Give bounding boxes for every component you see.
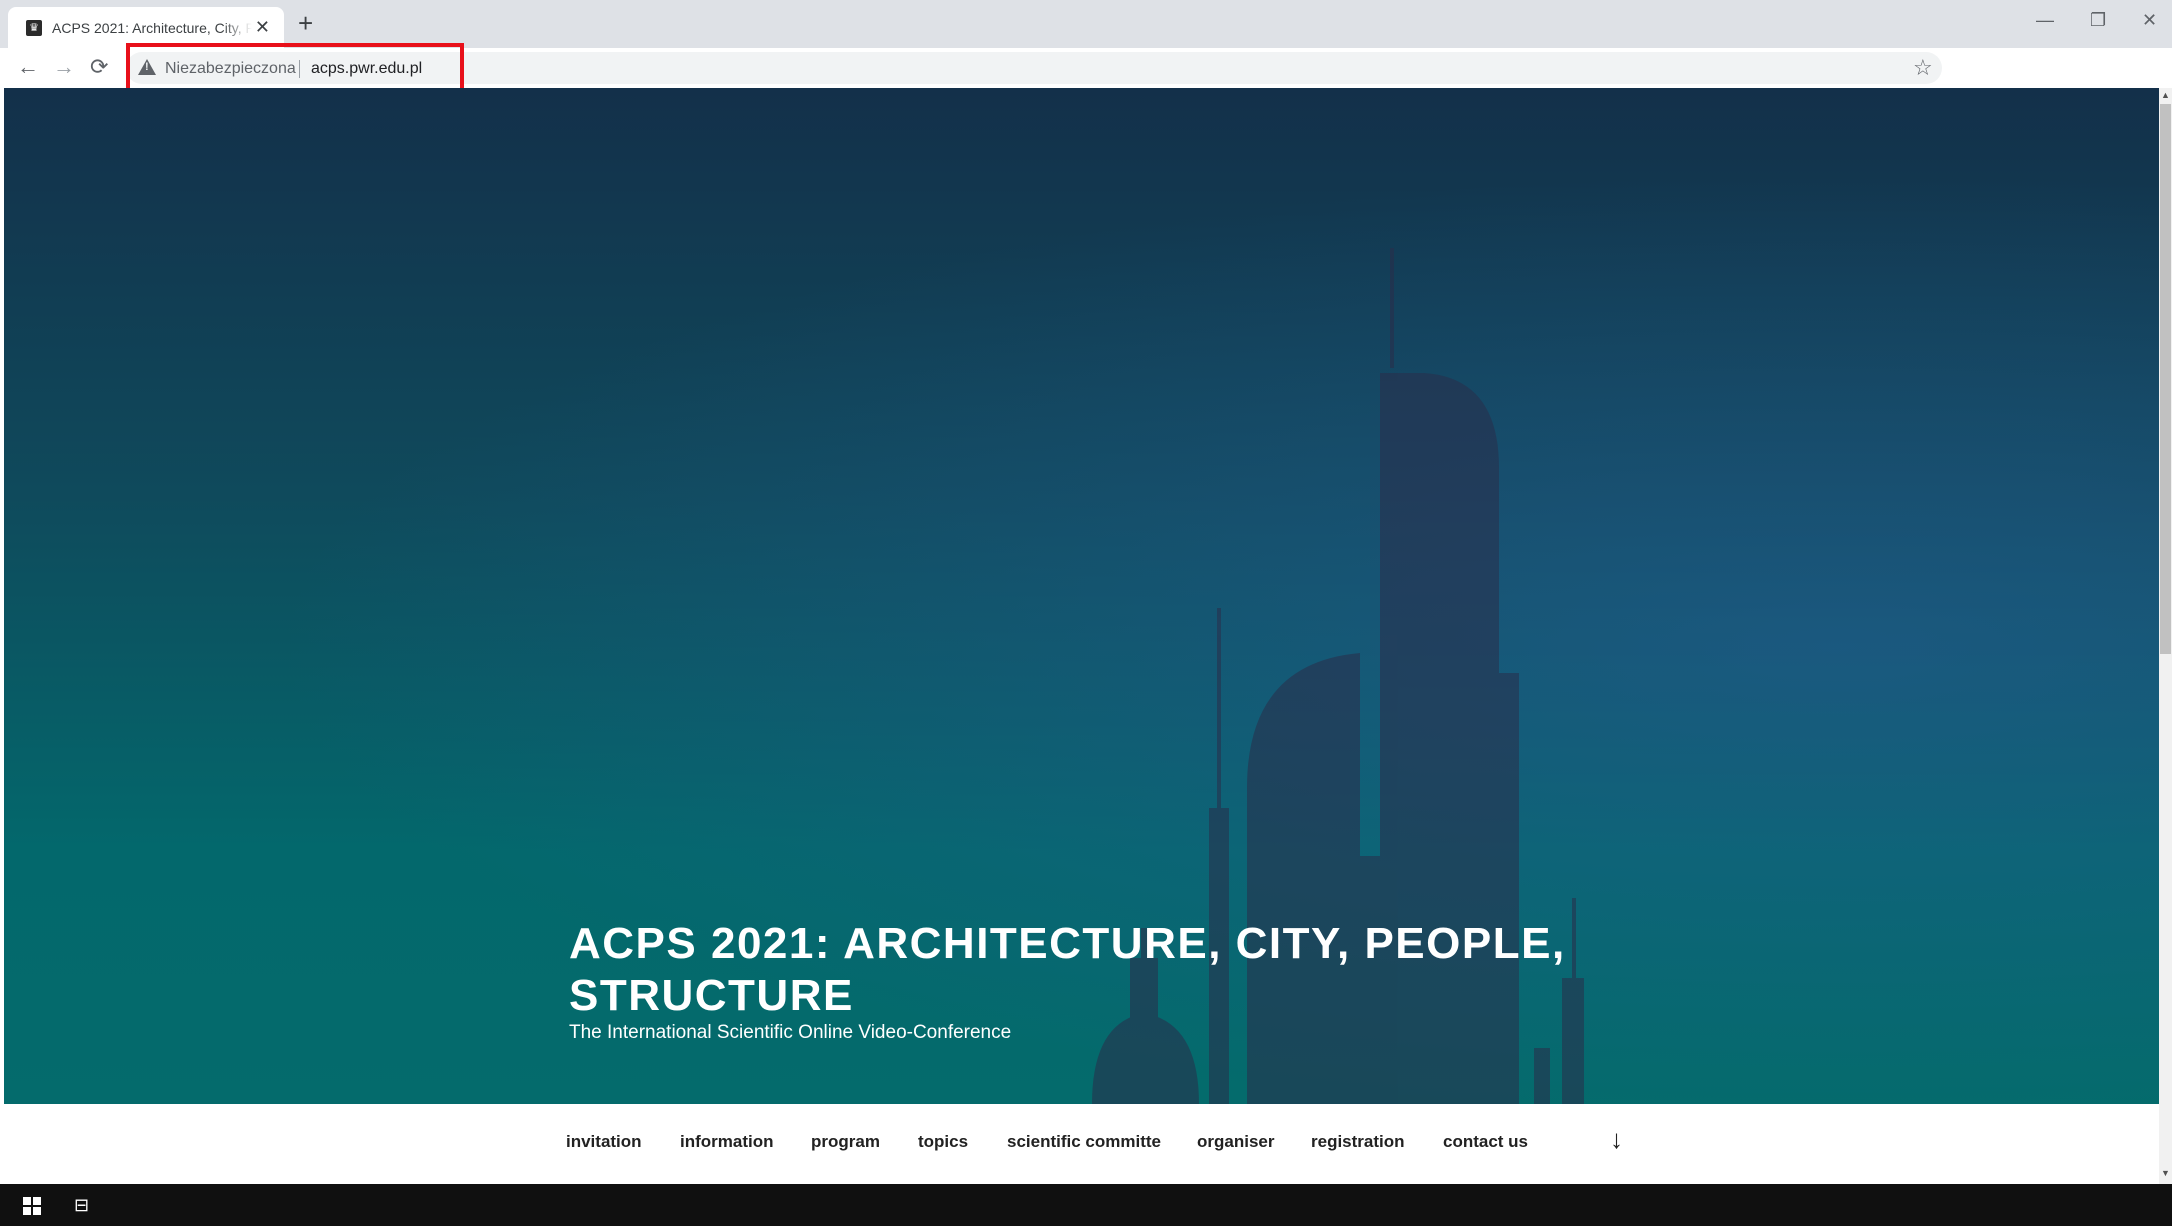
nav-invitation[interactable]: invitation	[566, 1132, 642, 1152]
new-tab-button[interactable]: +	[298, 10, 313, 36]
nav-program[interactable]: program	[811, 1132, 880, 1152]
scrollbar-thumb[interactable]	[2160, 104, 2171, 654]
reload-button[interactable]: ⟳	[90, 53, 108, 81]
scroll-down-arrow-icon[interactable]: ↓	[1610, 1124, 1623, 1155]
back-button[interactable]: ←	[17, 53, 39, 81]
windows-taskbar: ⊟	[0, 1184, 2172, 1226]
minimize-button[interactable]: —	[2036, 10, 2054, 30]
tab-strip: ♛ ACPS 2021: Architecture, City, Pe ✕ + …	[0, 0, 2172, 48]
nav-scientific-committe[interactable]: scientific committe	[1007, 1132, 1161, 1152]
tab-title: ACPS 2021: Architecture, City, Pe	[52, 19, 252, 36]
nav-registration[interactable]: registration	[1311, 1132, 1405, 1152]
nav-contact-us[interactable]: contact us	[1443, 1132, 1528, 1152]
nav-organiser[interactable]: organiser	[1197, 1132, 1274, 1152]
browser-tab[interactable]: ♛ ACPS 2021: Architecture, City, Pe ✕	[8, 7, 284, 48]
url-highlight-box	[126, 43, 464, 93]
bookmark-star-icon[interactable]: ☆	[1913, 56, 1933, 80]
close-tab-icon[interactable]: ✕	[255, 18, 270, 36]
task-view-icon[interactable]: ⊟	[74, 1195, 89, 1216]
scroll-up-icon[interactable]: ▲	[2161, 90, 2170, 100]
nav-topics[interactable]: topics	[918, 1132, 968, 1152]
site-favicon-icon: ♛	[26, 19, 42, 36]
site-navigation: invitation information program topics sc…	[4, 1104, 2159, 1184]
page-subtitle: The International Scientific Online Vide…	[569, 1022, 1012, 1043]
hero-banner: ACPS 2021: ARCHITECTURE, CITY, PEOPLE, S…	[4, 88, 2159, 1104]
forward-button[interactable]: →	[53, 53, 75, 81]
windows-start-icon[interactable]	[23, 1197, 41, 1215]
page-title: ACPS 2021: ARCHITECTURE, CITY, PEOPLE, S…	[569, 919, 1566, 1020]
close-window-button[interactable]: ✕	[2142, 10, 2157, 30]
scroll-down-icon[interactable]: ▼	[2161, 1168, 2170, 1178]
nav-information[interactable]: information	[680, 1132, 774, 1152]
restore-button[interactable]: ❐	[2090, 10, 2106, 30]
